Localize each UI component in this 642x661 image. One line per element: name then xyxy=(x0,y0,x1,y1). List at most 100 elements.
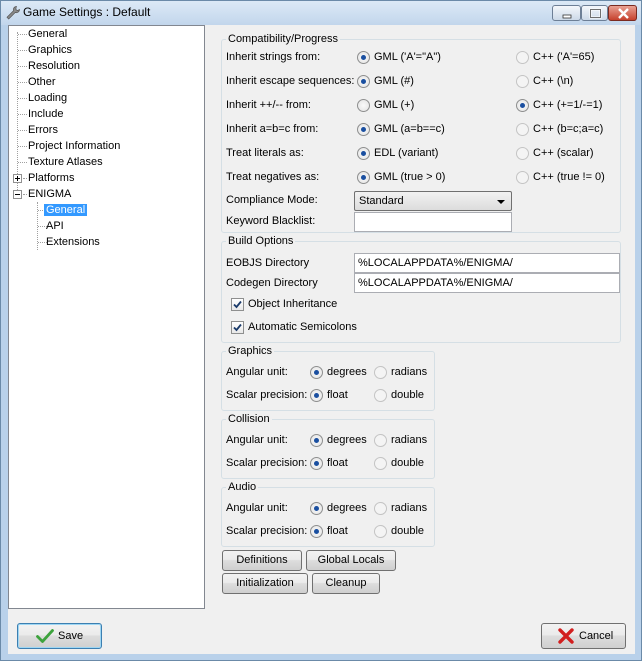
collision-scalar-label: Scalar precision: xyxy=(226,457,308,469)
radio-icon xyxy=(374,524,387,538)
maximize-icon xyxy=(589,8,602,19)
audio-double-radio[interactable]: double xyxy=(374,524,424,538)
treat-literals-cpp-radio[interactable]: C++ (scalar) xyxy=(516,146,594,160)
radio-icon xyxy=(374,388,387,402)
radio-icon xyxy=(374,456,387,470)
close-icon xyxy=(618,8,629,19)
maximize-button[interactable] xyxy=(581,5,608,21)
treat-negatives-cpp-radio[interactable]: C++ (true != 0) xyxy=(516,170,605,184)
checkbox-checked-icon xyxy=(231,297,244,311)
tree-item-loading[interactable]: Loading xyxy=(26,90,69,106)
build-options-legend: Build Options xyxy=(228,235,294,247)
inherit-escape-label: Inherit escape sequences: xyxy=(226,75,355,87)
tree-item-enigma[interactable]: ENIGMA xyxy=(26,186,73,202)
window-title: Game Settings : Default xyxy=(23,5,151,19)
collision-degrees-radio[interactable]: degrees xyxy=(310,433,367,447)
radio-icon xyxy=(310,524,323,538)
tree-connector xyxy=(17,32,18,194)
global-locals-button[interactable]: Global Locals xyxy=(306,550,396,571)
save-label: Save xyxy=(58,630,84,642)
tree-item-general[interactable]: General xyxy=(26,26,69,42)
radio-icon xyxy=(357,50,370,64)
audio-angular-label: Angular unit: xyxy=(226,502,288,514)
inherit-strings-cpp-radio[interactable]: C++ ('A'=65) xyxy=(516,50,594,64)
close-window-button[interactable] xyxy=(608,5,637,21)
compliance-mode-select[interactable]: Standard xyxy=(354,191,512,211)
collapse-minus-icon[interactable] xyxy=(13,190,22,199)
inherit-increment-label: Inherit ++/-- from: xyxy=(226,99,311,111)
cleanup-button[interactable]: Cleanup xyxy=(312,573,380,594)
automatic-semicolons-checkbox[interactable]: Automatic Semicolons xyxy=(231,320,357,334)
compliance-mode-label: Compliance Mode: xyxy=(226,194,318,206)
radio-icon xyxy=(357,122,370,136)
radio-icon xyxy=(357,98,370,112)
treat-literals-label: Treat literals as: xyxy=(226,147,304,159)
chevron-down-icon xyxy=(497,200,505,204)
tree-item-project-information[interactable]: Project Information xyxy=(26,138,122,154)
audio-radians-radio[interactable]: radians xyxy=(374,501,427,515)
graphics-radians-radio[interactable]: radians xyxy=(374,365,427,379)
tree-item-resolution[interactable]: Resolution xyxy=(26,58,82,74)
inherit-escape-cpp-radio[interactable]: C++ (\n) xyxy=(516,74,573,88)
graphics-degrees-radio[interactable]: degrees xyxy=(310,365,367,379)
game-settings-window: Game Settings : Default General Graphics… xyxy=(0,0,642,661)
tree-item-texture-atlases[interactable]: Texture Atlases xyxy=(26,154,105,170)
initialization-button[interactable]: Initialization xyxy=(222,573,308,594)
inherit-chain-assign-label: Inherit a=b=c from: xyxy=(226,123,319,135)
expand-plus-icon[interactable] xyxy=(13,174,22,183)
minimize-icon xyxy=(562,14,572,19)
tree-item-graphics[interactable]: Graphics xyxy=(26,42,74,58)
wrench-icon xyxy=(5,5,21,21)
collision-double-radio[interactable]: double xyxy=(374,456,424,470)
treat-literals-edl-radio[interactable]: EDL (variant) xyxy=(357,146,438,160)
codegen-directory-input[interactable]: %LOCALAPPDATA%/ENIGMA/ xyxy=(354,273,620,293)
minimize-button[interactable] xyxy=(552,5,581,21)
radio-icon xyxy=(310,501,323,515)
cancel-label: Cancel xyxy=(579,630,614,642)
eobjs-directory-label: EOBJS Directory xyxy=(226,257,310,269)
collision-float-radio[interactable]: float xyxy=(310,456,348,470)
tree-item-extensions[interactable]: Extensions xyxy=(44,234,102,250)
keyword-blacklist-input[interactable] xyxy=(354,212,512,232)
radio-icon xyxy=(357,170,370,184)
radio-icon xyxy=(516,122,529,136)
radio-icon xyxy=(374,501,387,515)
graphics-double-radio[interactable]: double xyxy=(374,388,424,402)
collision-radians-radio[interactable]: radians xyxy=(374,433,427,447)
radio-icon xyxy=(310,388,323,402)
radio-icon xyxy=(310,456,323,470)
object-inheritance-checkbox[interactable]: Object Inheritance xyxy=(231,297,337,311)
tree-item-api[interactable]: API xyxy=(44,218,66,234)
tree-item-errors[interactable]: Errors xyxy=(26,122,60,138)
radio-icon xyxy=(516,98,529,112)
tree-item-other[interactable]: Other xyxy=(26,74,58,90)
radio-icon xyxy=(310,433,323,447)
inherit-escape-gml-radio[interactable]: GML (#) xyxy=(357,74,414,88)
tree-item-include[interactable]: Include xyxy=(26,106,65,122)
audio-float-radio[interactable]: float xyxy=(310,524,348,538)
collision-angular-label: Angular unit: xyxy=(226,434,288,446)
inherit-strings-gml-radio[interactable]: GML ('A'="A") xyxy=(357,50,441,64)
radio-icon xyxy=(374,433,387,447)
treat-negatives-gml-radio[interactable]: GML (true > 0) xyxy=(357,170,445,184)
inherit-increment-cpp-radio[interactable]: C++ (+=1/-=1) xyxy=(516,98,602,112)
settings-tree[interactable]: General Graphics Resolution Other Loadin… xyxy=(8,25,205,609)
graphics-scalar-label: Scalar precision: xyxy=(226,389,308,401)
cancel-button[interactable]: Cancel xyxy=(541,623,626,649)
audio-legend: Audio xyxy=(228,481,257,493)
codegen-directory-label: Codegen Directory xyxy=(226,277,318,289)
radio-icon xyxy=(357,146,370,160)
inherit-chain-assign-gml-radio[interactable]: GML (a=b==c) xyxy=(357,122,445,136)
tree-item-enigma-general[interactable]: General xyxy=(44,202,88,218)
red-x-icon xyxy=(558,628,574,644)
definitions-button[interactable]: Definitions xyxy=(222,550,302,571)
eobjs-directory-input[interactable]: %LOCALAPPDATA%/ENIGMA/ xyxy=(354,253,620,273)
tree-item-platforms[interactable]: Platforms xyxy=(26,170,76,186)
save-button[interactable]: Save xyxy=(17,623,102,649)
inherit-chain-assign-cpp-radio[interactable]: C++ (b=c;a=c) xyxy=(516,122,603,136)
audio-degrees-radio[interactable]: degrees xyxy=(310,501,367,515)
graphics-float-radio[interactable]: float xyxy=(310,388,348,402)
inherit-increment-gml-radio[interactable]: GML (+) xyxy=(357,98,414,112)
radio-icon xyxy=(374,365,387,379)
title-bar[interactable]: Game Settings : Default xyxy=(1,1,641,25)
